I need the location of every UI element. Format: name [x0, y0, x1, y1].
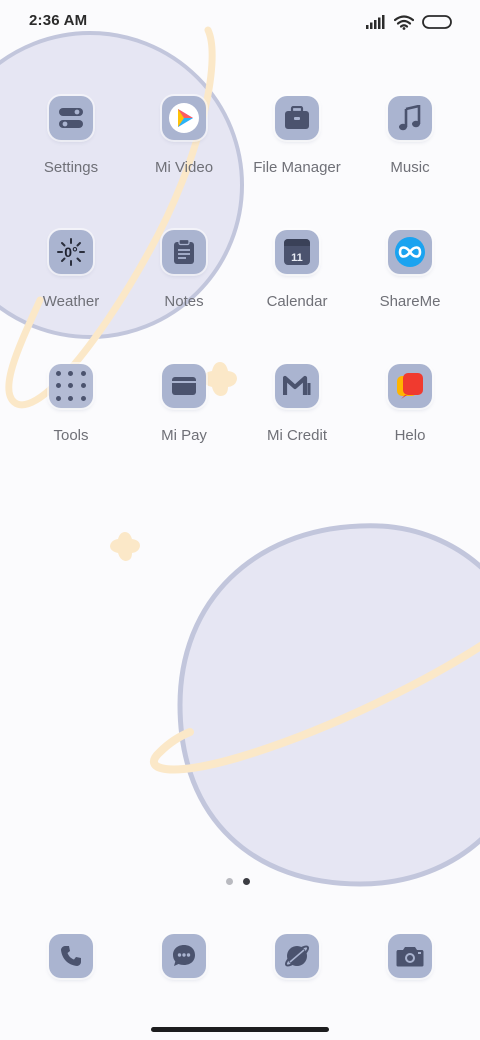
planet-bottom-right [177, 523, 480, 887]
battery-icon [422, 15, 452, 29]
browser-planet-icon [284, 945, 310, 967]
calendar-date: 11 [291, 252, 303, 264]
app-mi-credit[interactable]: Mi Credit [242, 364, 352, 474]
notepad-icon [162, 230, 206, 274]
app-mi-pay[interactable]: Mi Pay [129, 364, 239, 474]
mini-app-icon [80, 371, 86, 377]
mini-app-icon [80, 395, 86, 401]
calendar-icon: 11 [275, 230, 319, 274]
app-label: Music [390, 159, 430, 176]
mini-app-icon [68, 383, 74, 389]
app-music[interactable]: Music [355, 96, 465, 206]
mini-app-icon [56, 371, 62, 377]
app-label: Settings [43, 159, 99, 176]
app-label: Mi Credit [266, 427, 327, 444]
wifi-icon [394, 14, 414, 30]
app-label: Helo [394, 427, 426, 444]
status-icons [366, 12, 452, 32]
phone-icon [61, 946, 81, 966]
mini-app-icon [68, 371, 74, 377]
mi-credit-icon [275, 364, 319, 408]
dock-browser[interactable] [275, 934, 319, 978]
page-indicator [226, 878, 250, 885]
cellular-signal-icon [366, 15, 385, 29]
app-label: Notes [164, 293, 204, 310]
mini-app-icon [80, 383, 86, 389]
weather-temperature: 0° [64, 244, 78, 260]
wallet-icon [162, 364, 206, 408]
app-helo[interactable]: Helo [355, 364, 465, 474]
app-label: ShareMe [379, 293, 441, 310]
app-label: Calendar [266, 293, 328, 310]
app-settings[interactable]: Settings [16, 96, 126, 206]
home-indicator-bar[interactable] [151, 1027, 329, 1032]
status-time: 2:36 AM [29, 12, 88, 29]
star-decoration [110, 532, 140, 561]
page-dot[interactable] [226, 878, 233, 885]
app-label: File Manager [253, 159, 341, 176]
music-note-icon [388, 96, 432, 140]
app-shareme[interactable]: ShareMe [355, 230, 465, 340]
mini-app-icon [68, 395, 74, 401]
folder-icon [49, 364, 93, 408]
app-tools-folder[interactable]: Tools [16, 364, 126, 474]
shareme-infinity-icon [388, 230, 432, 274]
status-bar: 2:36 AM [0, 0, 480, 44]
dock-messages[interactable] [162, 934, 206, 978]
message-icon [173, 945, 195, 966]
app-weather[interactable]: 0° Weather [16, 230, 126, 340]
settings-toggle-icon [49, 96, 93, 140]
app-label: Weather [42, 293, 100, 310]
app-mi-video[interactable]: Mi Video [129, 96, 239, 206]
mini-app-icon [56, 395, 62, 401]
app-notes[interactable]: Notes [129, 230, 239, 340]
mini-app-icon [56, 383, 62, 389]
app-label: Tools [53, 427, 89, 444]
dock-phone[interactable] [49, 934, 93, 978]
dock-camera[interactable] [388, 934, 432, 978]
camera-icon [396, 947, 424, 967]
weather-sun-icon: 0° [49, 230, 93, 274]
app-label: Mi Pay [161, 427, 207, 444]
mi-video-play-icon [162, 96, 206, 140]
page-dot-active[interactable] [243, 878, 250, 885]
briefcase-icon [275, 96, 319, 140]
app-label: Mi Video [154, 159, 214, 176]
helo-icon [388, 364, 432, 408]
app-file-manager[interactable]: File Manager [242, 96, 352, 206]
folder-preview [49, 364, 93, 408]
app-calendar[interactable]: 11 Calendar [242, 230, 352, 340]
